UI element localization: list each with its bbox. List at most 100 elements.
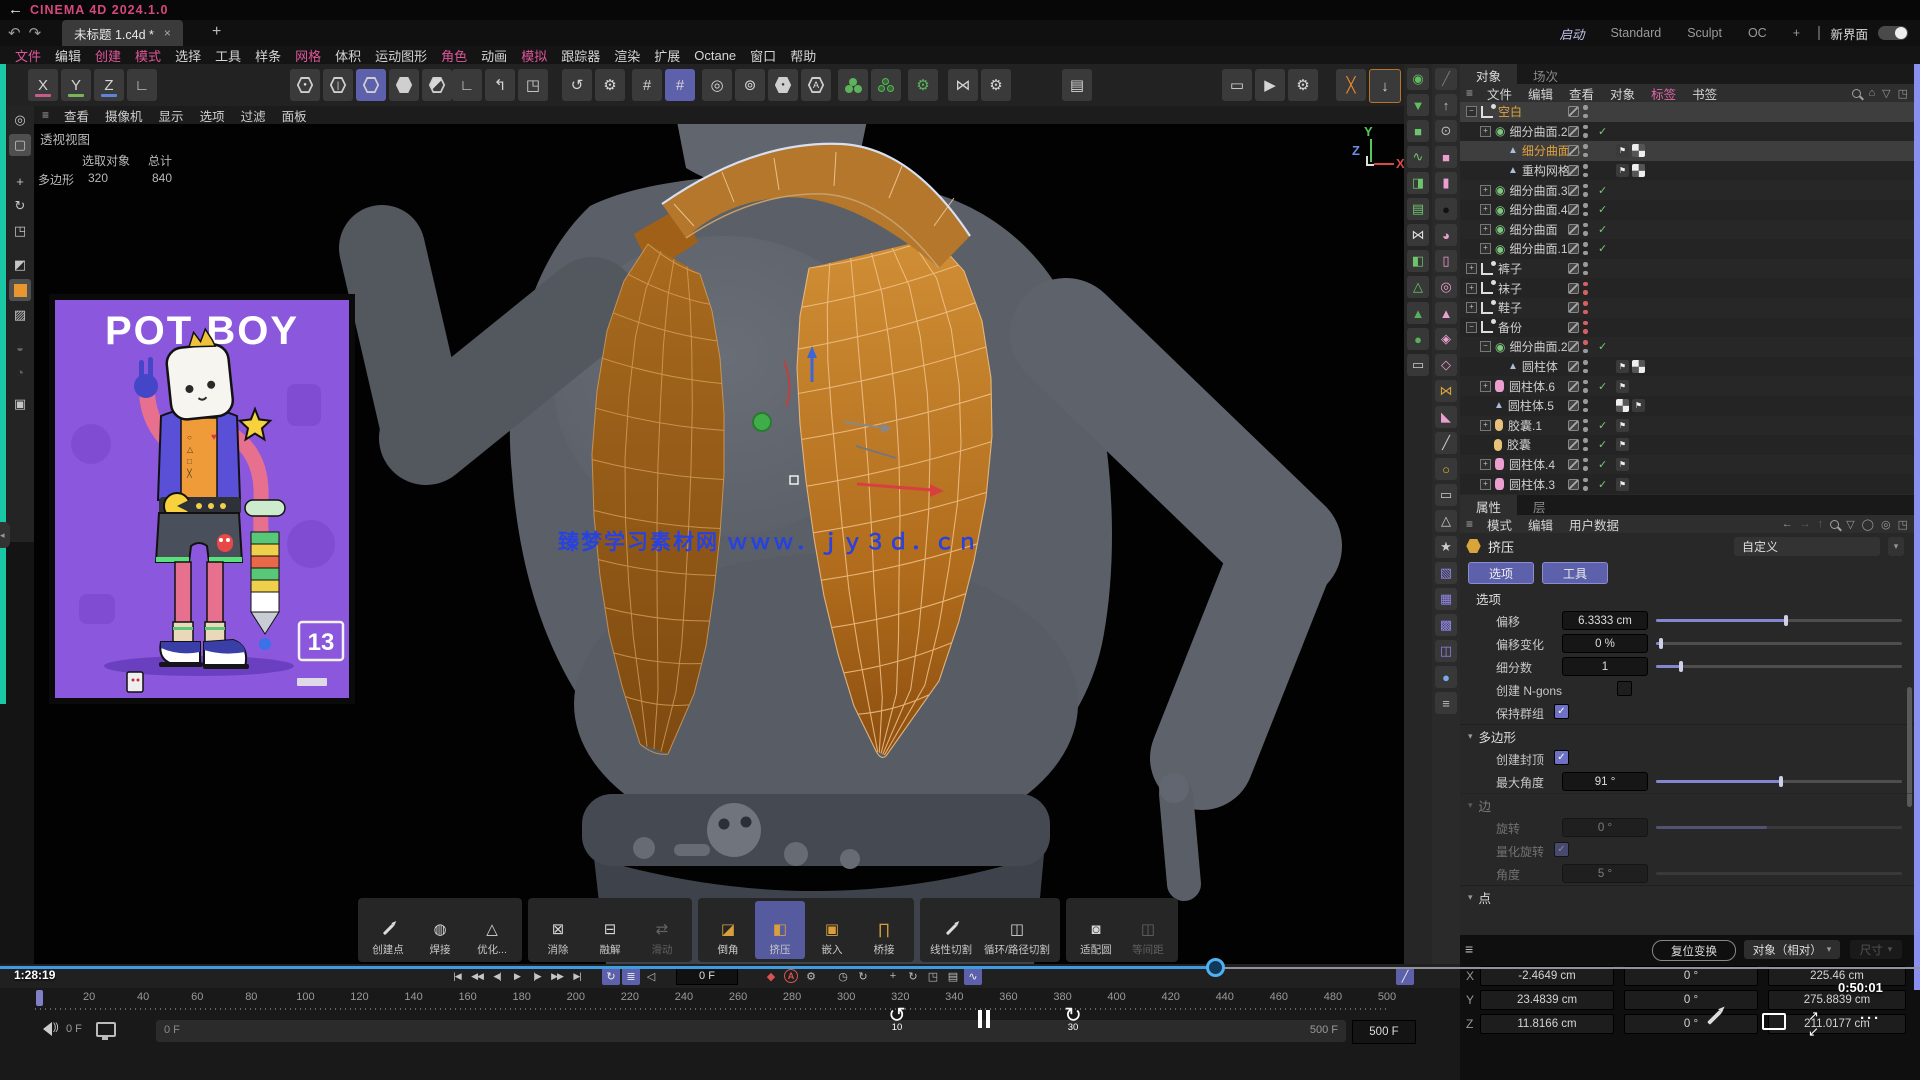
- enabled-check-icon[interactable]: ✓: [1598, 223, 1607, 236]
- 偏移-slider[interactable]: [1656, 619, 1902, 622]
- octane-download-button[interactable]: ↓: [1369, 69, 1401, 103]
- circle-spline-icon[interactable]: ○: [1435, 458, 1457, 480]
- close-tab-icon[interactable]: ×: [164, 26, 171, 40]
- key-rotation-button[interactable]: ↻: [904, 967, 922, 985]
- model-mode-icon[interactable]: ◩: [9, 254, 31, 276]
- play-mode-button[interactable]: ≣: [622, 967, 640, 985]
- render-toggle-icon[interactable]: [1568, 204, 1579, 215]
- 偏移变化-slider[interactable]: [1656, 642, 1902, 645]
- column-menu-icon[interactable]: ≡: [1435, 692, 1457, 714]
- edges-mode-button[interactable]: |: [323, 69, 353, 101]
- visibility-dots[interactable]: [1583, 321, 1588, 334]
- asset-browser-button[interactable]: ▤: [1062, 69, 1092, 101]
- menu-模拟[interactable]: 模拟: [514, 46, 554, 65]
- tree-row-细分曲面.3[interactable]: +◉细分曲面.3✓: [1460, 180, 1914, 200]
- render-toggle-icon[interactable]: [1568, 400, 1579, 411]
- lock-x-axis-button[interactable]: X: [28, 69, 58, 101]
- 角度-slider[interactable]: [1656, 872, 1902, 875]
- visibility-dots[interactable]: [1583, 223, 1588, 236]
- expander-icon[interactable]: +: [1480, 459, 1491, 470]
- enabled-check-icon[interactable]: ✓: [1598, 242, 1607, 255]
- menu-渲染[interactable]: 渲染: [607, 46, 647, 65]
- object-axis-button[interactable]: ∟: [452, 69, 482, 101]
- video-progress-remaining[interactable]: [1216, 967, 1920, 969]
- bowtie-gold-icon[interactable]: ⋈: [1435, 380, 1457, 402]
- X-scale-field[interactable]: 225.46 cm: [1768, 966, 1906, 986]
- symmetry-green-icon[interactable]: ⋈: [1407, 224, 1429, 246]
- render-settings-button[interactable]: ⚙: [1288, 69, 1318, 101]
- menu-运动图形[interactable]: 运动图形: [368, 46, 434, 65]
- render-picture-viewer-button[interactable]: ▶: [1255, 69, 1285, 101]
- am-menu-模式[interactable]: 模式: [1479, 515, 1520, 534]
- tree-row-细分曲面.1[interactable]: +◉细分曲面.1✓: [1460, 239, 1914, 259]
- popout-icon[interactable]: ◳: [1898, 87, 1908, 100]
- more-options-icon[interactable]: ···: [1860, 1010, 1881, 1027]
- green-axis-handle[interactable]: [753, 413, 771, 431]
- tool-嵌入[interactable]: ▣嵌入: [807, 901, 857, 959]
- filter-icon[interactable]: ▽: [1882, 87, 1890, 100]
- key-position-button[interactable]: +: [884, 967, 902, 985]
- tree-row-袜子[interactable]: +袜子: [1460, 278, 1914, 298]
- flag-tag-icon[interactable]: ⚑: [1616, 438, 1629, 451]
- rotate-tool-icon[interactable]: ↻: [9, 195, 31, 217]
- transport-button[interactable]: ◀◀: [467, 967, 487, 985]
- video-progress-watched[interactable]: [0, 966, 1216, 969]
- tree-row-细分曲面.2[interactable]: +◉细分曲面.2✓: [1460, 122, 1914, 142]
- render-toggle-icon[interactable]: [1568, 224, 1579, 235]
- torus-primitive-icon[interactable]: ◎: [1435, 276, 1457, 298]
- video-progress-knob[interactable]: [1206, 958, 1225, 977]
- platonic-primitive-icon[interactable]: ◈: [1435, 328, 1457, 350]
- cube-primitive-icon[interactable]: ■: [1435, 146, 1457, 168]
- viewport-menu-选项[interactable]: 选项: [193, 106, 232, 125]
- menu-选择[interactable]: 选择: [168, 46, 208, 65]
- spline-up-icon[interactable]: ↑: [1435, 94, 1457, 116]
- tool-优化...[interactable]: △优化...: [467, 901, 517, 959]
- viewport-menu-过滤[interactable]: 过滤: [234, 106, 273, 125]
- preset-dropdown[interactable]: 自定义: [1734, 537, 1880, 556]
- tool-融解[interactable]: ⊟融解: [585, 901, 635, 959]
- flag-tag-icon[interactable]: ⚑: [1616, 360, 1629, 373]
- menu-Octane[interactable]: Octane: [687, 48, 743, 63]
- 量化旋转-checkbox[interactable]: ✓: [1554, 842, 1569, 857]
- 偏移-value-field[interactable]: 6.3333 cm: [1562, 611, 1648, 630]
- record-key-button[interactable]: ◆: [762, 967, 780, 985]
- tree-row-裤子[interactable]: +裤子: [1460, 259, 1914, 279]
- hex-dot-toggle-button[interactable]: ●: [768, 69, 798, 101]
- new-ui-toggle[interactable]: [1878, 26, 1908, 40]
- visibility-dots[interactable]: [1583, 105, 1588, 118]
- history-forward-icon[interactable]: →: [1800, 518, 1811, 530]
- expander-icon[interactable]: +: [1480, 479, 1491, 490]
- visibility-dots[interactable]: [1583, 164, 1588, 177]
- enabled-check-icon[interactable]: ✓: [1598, 458, 1607, 471]
- 创建 N-gons-checkbox[interactable]: [1617, 681, 1632, 696]
- document-tab[interactable]: 未标题 1.c4d * ×: [62, 20, 183, 46]
- tree-row-细分曲面.5[interactable]: ▲细分曲面.5⚑: [1460, 141, 1914, 161]
- flag-tag-icon[interactable]: ⚑: [1616, 144, 1629, 157]
- enabled-check-icon[interactable]: ✓: [1598, 419, 1607, 432]
- current-frame-field[interactable]: 0 F: [676, 967, 738, 985]
- render-toggle-icon[interactable]: [1568, 283, 1579, 294]
- tool-适配圆[interactable]: ◙适配圆: [1071, 901, 1121, 959]
- mograph-cloner-button[interactable]: [838, 69, 868, 101]
- pyramid-primitive-icon[interactable]: ◣: [1435, 406, 1457, 428]
- enabled-check-icon[interactable]: ✓: [1598, 203, 1607, 216]
- Y-rotation-field[interactable]: 0 °: [1624, 990, 1758, 1010]
- transport-button[interactable]: ◀|: [487, 967, 507, 985]
- loop-playback-button[interactable]: ↻: [602, 967, 620, 985]
- live-selection-icon[interactable]: ◎: [9, 109, 31, 131]
- om-tab-对象[interactable]: 对象: [1460, 64, 1517, 84]
- layout-tab-Standard[interactable]: Standard: [1610, 26, 1661, 40]
- points-mode-button[interactable]: ●: [290, 69, 320, 101]
- search-icon[interactable]: [1852, 89, 1861, 98]
- render-toggle-icon[interactable]: [1568, 322, 1579, 333]
- visibility-dots[interactable]: [1583, 380, 1588, 393]
- filter-icon[interactable]: ▽: [1846, 518, 1854, 531]
- tree-row-胶囊.1[interactable]: +胶囊.1✓⚑: [1460, 416, 1914, 436]
- right-edge-scrollbar[interactable]: [1914, 64, 1920, 990]
- X-rotation-field[interactable]: 0 °: [1624, 966, 1758, 986]
- octane-sphere-icon[interactable]: ●: [1435, 198, 1457, 220]
- uv-mode-icon[interactable]: ▨: [9, 304, 31, 326]
- octane-arrows-button[interactable]: ╳: [1336, 69, 1366, 101]
- cloth-tool-icon[interactable]: ▼: [1407, 94, 1429, 116]
- sound-icon[interactable]: [36, 1022, 52, 1036]
